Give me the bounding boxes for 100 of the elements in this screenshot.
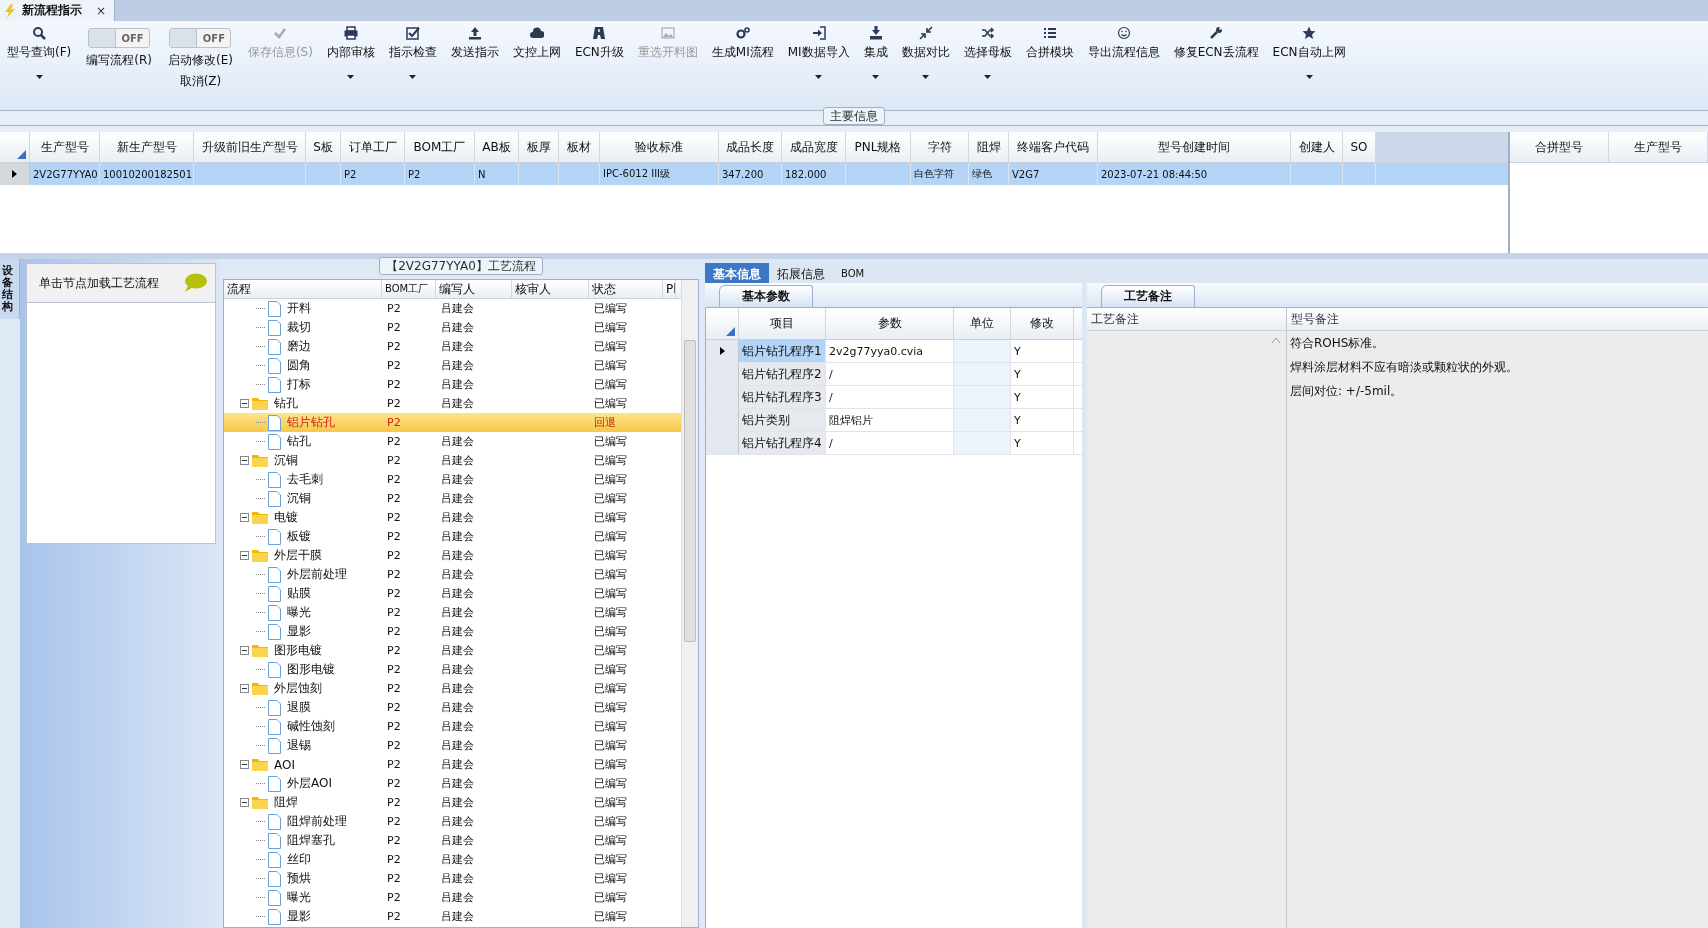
column-header[interactable]: 终端客户代码 xyxy=(1009,132,1098,162)
panel-tab[interactable]: 基本参数 xyxy=(719,285,813,307)
column-header[interactable]: AB板 xyxy=(475,132,519,162)
column-header[interactable]: Pl xyxy=(663,280,676,298)
tree-row[interactable]: 阻焊塞孔 P2 吕建会 已编写 xyxy=(224,831,681,850)
column-header[interactable]: 状态 xyxy=(589,280,663,298)
collapse-icon[interactable] xyxy=(240,551,249,560)
tree-row[interactable]: 电镀 P2 吕建会 已编写 xyxy=(224,508,681,527)
collapse-icon[interactable] xyxy=(240,798,249,807)
tree-row[interactable]: 显影 P2 吕建会 已编写 xyxy=(224,907,681,926)
tree-row[interactable]: 沉铜 P2 吕建会 已编写 xyxy=(224,451,681,470)
tree-row[interactable]: 曝光 P2 吕建会 已编写 xyxy=(224,603,681,622)
collapse-icon[interactable] xyxy=(240,513,249,522)
column-header[interactable]: 升级前旧生产型号 xyxy=(194,132,306,162)
column-header[interactable]: 核审人 xyxy=(512,280,589,298)
toolbar-button[interactable]: ECN自动上网 xyxy=(1265,23,1353,93)
tree-row[interactable]: 外层AOI P2 吕建会 已编写 xyxy=(224,774,681,793)
tree-row[interactable]: 丝印 P2 吕建会 已编写 xyxy=(224,850,681,869)
collapse-icon[interactable] xyxy=(240,646,249,655)
column-header[interactable]: 验收标准 xyxy=(600,132,719,162)
collapse-icon[interactable] xyxy=(240,399,249,408)
scrollbar[interactable] xyxy=(681,280,698,927)
column-header[interactable]: 流程 xyxy=(224,280,382,298)
tree-row[interactable]: 阻焊前处理 P2 吕建会 已编写 xyxy=(224,812,681,831)
toolbar-button[interactable]: 选择母板 xyxy=(956,23,1019,93)
tree-row[interactable]: 曝光 P2 吕建会 已编写 xyxy=(224,888,681,907)
tree-row[interactable]: 钻孔 P2 吕建会 已编写 xyxy=(224,432,681,451)
toggle-switch[interactable]: OFF xyxy=(169,28,232,48)
toolbar-button[interactable]: MI数据导入 xyxy=(780,23,857,93)
row-header[interactable] xyxy=(0,163,30,185)
column-header[interactable]: 型号创建时间 xyxy=(1098,132,1291,162)
tree-row[interactable]: 外层蚀刻 P2 吕建会 已编写 xyxy=(224,679,681,698)
toolbar-button[interactable]: 发送指示 xyxy=(443,23,506,93)
tree-row[interactable]: 碱性蚀刻 P2 吕建会 已编写 xyxy=(224,717,681,736)
toolbar-button[interactable]: ECN升级 xyxy=(567,23,631,93)
toolbar-button[interactable]: 集成 xyxy=(856,23,895,93)
tree-row[interactable]: 图形电镀 P2 吕建会 已编写 xyxy=(224,660,681,679)
panel-tab[interactable]: 工艺备注 xyxy=(1101,285,1195,307)
tree-row[interactable]: 沉铜 P2 吕建会 已编写 xyxy=(224,489,681,508)
column-header[interactable]: BOM工厂 xyxy=(382,280,436,298)
column-header[interactable]: 板厚 xyxy=(519,132,559,162)
toolbar-button[interactable]: 型号查询(F) xyxy=(0,23,79,93)
column-header[interactable]: S板 xyxy=(306,132,341,162)
tree-row[interactable]: 贴膜 P2 吕建会 已编写 xyxy=(224,584,681,603)
column-header[interactable]: 编写人 xyxy=(436,280,512,298)
toggle-switch[interactable]: OFF xyxy=(88,28,151,48)
column-header[interactable]: 合拼型号 xyxy=(1510,132,1609,162)
collapse-icon[interactable] xyxy=(240,456,249,465)
toolbar-button[interactable]: 数据对比 xyxy=(894,23,957,93)
tree-row[interactable]: 外层干膜 P2 吕建会 已编写 xyxy=(224,546,681,565)
toolbar-button[interactable]: 合拼模块 xyxy=(1018,23,1081,93)
notes-area[interactable]: 符合ROHS标准。 焊料涂层材料不应有暗淡或颗粒状的外观。 层间对位: +/-5mil。 xyxy=(1287,331,1708,928)
toolbar-button[interactable]: 导出流程信息 xyxy=(1080,23,1167,93)
tab[interactable]: 基本信息 xyxy=(705,263,769,283)
column-header[interactable]: 成品长度 xyxy=(719,132,782,162)
column-header[interactable]: 创建人 xyxy=(1291,132,1343,162)
collapse-icon[interactable] xyxy=(240,684,249,693)
toolbar-button[interactable]: 指示检查 xyxy=(381,23,444,93)
tree-row[interactable]: 磨边 P2 吕建会 已编写 xyxy=(224,337,681,356)
side-tab[interactable]: 设备结构 xyxy=(0,259,20,320)
tab[interactable]: 拓展信息 xyxy=(769,263,833,283)
column-header[interactable]: 板材 xyxy=(559,132,600,162)
tree-row[interactable]: 退膜 P2 吕建会 已编写 xyxy=(224,698,681,717)
tree-row[interactable]: 去毛刺 P2 吕建会 已编写 xyxy=(224,470,681,489)
tree-row[interactable]: 钻孔 P2 吕建会 已编写 xyxy=(224,394,681,413)
tree-row[interactable]: 铝片钻孔 P2 回退 xyxy=(224,413,681,432)
column-header[interactable]: 订单工厂 xyxy=(341,132,405,162)
toolbar-button[interactable]: 修复ECN丢流程 xyxy=(1166,23,1266,93)
tree-row[interactable]: 阻焊 P2 吕建会 已编写 xyxy=(224,793,681,812)
column-header[interactable]: 生产型号 xyxy=(1609,132,1708,162)
tree-row[interactable]: 预烘 P2 吕建会 已编写 xyxy=(224,869,681,888)
table-cell: 吕建会 xyxy=(441,757,474,772)
tree-row[interactable]: 板镀 P2 吕建会 已编写 xyxy=(224,527,681,546)
tree-row[interactable]: AOI P2 吕建会 已编写 xyxy=(224,755,681,774)
row-header[interactable] xyxy=(706,340,739,362)
tree-row[interactable]: 外层前处理 P2 吕建会 已编写 xyxy=(224,565,681,584)
table-cell: 已编写 xyxy=(594,453,627,468)
collapse-icon[interactable] xyxy=(240,760,249,769)
tree-row[interactable]: 显影 P2 吕建会 已编写 xyxy=(224,622,681,641)
tree-row[interactable]: 裁切 P2 吕建会 已编写 xyxy=(224,318,681,337)
tree-row[interactable]: 圆角 P2 吕建会 已编写 xyxy=(224,356,681,375)
tab[interactable]: BOM xyxy=(833,263,873,283)
column-header[interactable]: 阻焊 xyxy=(969,132,1009,162)
column-header[interactable]: 字符 xyxy=(911,132,969,162)
table-row[interactable]: 2V2G77YYA0 10010200182501 P2 P2 N IPC-6012 III级 347.200 182.000 白色字符 绿色 V2G7 2023-07-21 08:44:50 xyxy=(0,163,1508,185)
column-header[interactable]: 成品宽度 xyxy=(782,132,846,162)
column-header[interactable]: BOM工厂 xyxy=(405,132,475,162)
toolbar-button[interactable]: 内部审核 xyxy=(319,23,382,93)
toolbar-button[interactable]: 生成MI流程 xyxy=(704,23,781,93)
tree-row[interactable]: 开料 P2 吕建会 已编写 xyxy=(224,299,681,318)
table-cell: 吕建会 xyxy=(441,548,474,563)
column-header[interactable]: PNL规格 xyxy=(846,132,911,162)
column-header[interactable]: 新生产型号 xyxy=(100,132,194,162)
tree-row[interactable]: 打标 P2 吕建会 已编写 xyxy=(224,375,681,394)
toolbar-button[interactable]: 文控上网 xyxy=(505,23,568,93)
tree-row[interactable]: 退锡 P2 吕建会 已编写 xyxy=(224,736,681,755)
document-tab[interactable]: 新流程指示 × xyxy=(0,0,116,21)
column-header[interactable]: 生产型号 xyxy=(30,132,100,162)
close-icon[interactable]: × xyxy=(96,3,107,18)
tree-row[interactable]: 图形电镀 P2 吕建会 已编写 xyxy=(224,641,681,660)
